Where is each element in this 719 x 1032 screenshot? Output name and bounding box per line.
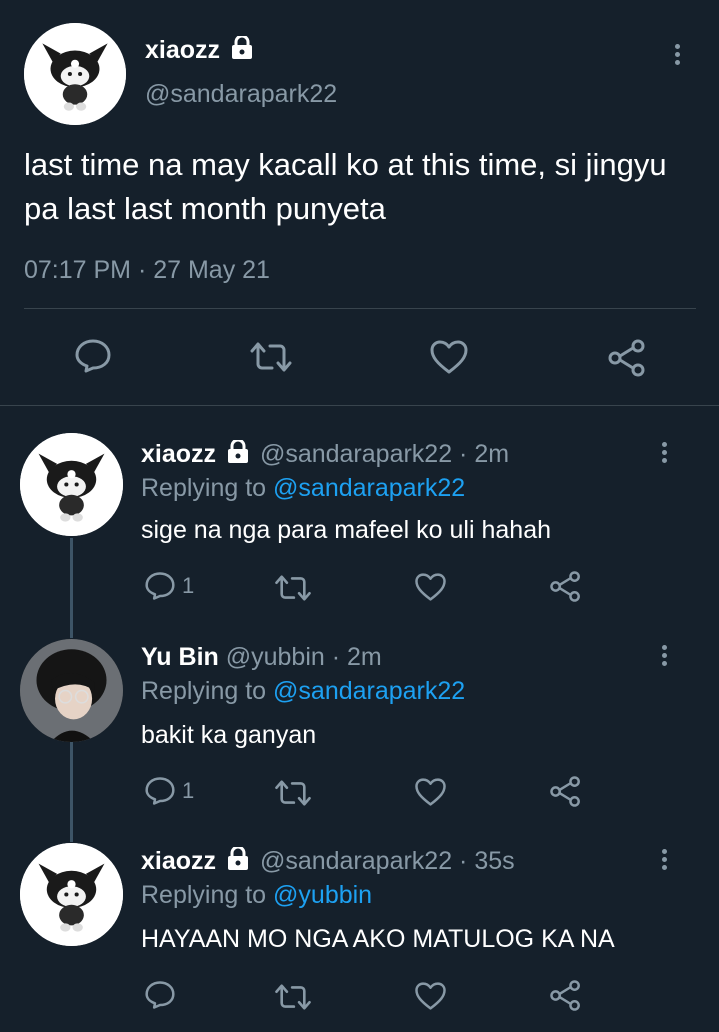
main-avatar[interactable]	[24, 23, 126, 125]
reply2-retweet-button[interactable]	[273, 778, 313, 808]
main-like-button[interactable]	[429, 339, 469, 375]
reply3-more-icon[interactable]	[662, 849, 672, 873]
thread-line-2	[70, 742, 73, 842]
share-icon	[608, 339, 645, 377]
reply3-reply-button[interactable]	[144, 980, 176, 1010]
main-display-name[interactable]: xiaozz	[145, 36, 253, 65]
reply1-replying: Replying to @sandarapark22	[141, 474, 465, 503]
reply2-text: bakit ka ganyan	[141, 721, 317, 749]
main-reply-button[interactable]	[74, 338, 112, 374]
reply1-more-icon[interactable]	[662, 442, 672, 466]
reply1-handle-time[interactable]: @sandarapark22 · 2m	[260, 440, 509, 468]
reply2-replying-to[interactable]: @sandarapark22	[273, 677, 465, 705]
kuromi-avatar-image	[24, 23, 126, 125]
like-icon	[415, 982, 446, 1010]
reply1-text: sige na nga para mafeel ko uli hahah	[141, 516, 552, 544]
reply-icon	[145, 777, 175, 805]
reply1-share-button[interactable]	[549, 570, 582, 603]
reply2-display-name[interactable]: Yu Bin	[141, 643, 219, 671]
reply2-replying-label: Replying to	[141, 677, 267, 705]
main-display-name-text: xiaozz	[145, 36, 221, 64]
reply3-replying-to[interactable]: @yubbin	[273, 881, 372, 909]
like-icon	[415, 573, 446, 601]
reply1-header: xiaozz @sandarapark22 · 2m	[141, 440, 509, 469]
reply-icon	[145, 572, 175, 600]
like-icon	[430, 340, 468, 374]
reply3-share-button[interactable]	[549, 979, 582, 1012]
main-retweet-button[interactable]	[248, 340, 294, 374]
main-divider	[24, 308, 696, 309]
share-icon	[550, 776, 580, 807]
reply3-like-button[interactable]	[414, 981, 447, 1011]
retweet-icon	[275, 575, 311, 601]
reply3-header: xiaozz @sandarapark22 · 35s	[141, 847, 515, 876]
reply2-handle-time[interactable]: @yubbin · 2m	[226, 643, 382, 671]
main-bottom-divider	[0, 405, 719, 406]
reply1-display-name[interactable]: xiaozz	[141, 440, 216, 468]
reply3-text: HAYAAN MO NGA AKO MATULOG KA NA	[141, 925, 615, 953]
main-more-icon[interactable]	[675, 44, 685, 68]
main-handle[interactable]: @sandarapark22	[145, 80, 337, 109]
retweet-icon	[250, 342, 292, 372]
lock-icon	[227, 440, 248, 464]
main-share-button[interactable]	[607, 338, 647, 378]
reply-icon	[145, 981, 175, 1009]
reply3-display-name[interactable]: xiaozz	[141, 847, 216, 875]
retweet-icon	[275, 984, 311, 1010]
lock-icon	[227, 847, 248, 871]
reply2-avatar[interactable]	[20, 639, 123, 742]
reply1-like-button[interactable]	[414, 572, 447, 602]
reply2-like-button[interactable]	[414, 777, 447, 807]
reply2-share-button[interactable]	[549, 775, 582, 808]
reply-icon	[75, 339, 111, 373]
kuromi-avatar-image	[20, 843, 123, 946]
thread-line-1	[70, 538, 73, 638]
person-avatar-image	[20, 639, 123, 742]
share-icon	[550, 980, 580, 1011]
main-tweet-text: last time na may kacall ko at this time,…	[24, 147, 667, 226]
reply3-replying-label: Replying to	[141, 881, 267, 909]
retweet-icon	[275, 780, 311, 806]
reply2-reply-count: 1	[182, 778, 195, 803]
main-timestamp[interactable]: 07:17 PM · 27 May 21	[24, 256, 270, 285]
share-icon	[550, 571, 580, 602]
kuromi-avatar-image	[20, 433, 123, 536]
reply3-avatar[interactable]	[20, 843, 123, 946]
reply2-replying: Replying to @sandarapark22	[141, 677, 465, 706]
reply1-reply-count: 1	[182, 573, 195, 598]
reply2-header: Yu Bin @yubbin · 2m	[141, 643, 382, 672]
reply2-reply-button[interactable]: 1	[144, 776, 194, 806]
reply1-retweet-button[interactable]	[273, 573, 313, 603]
reply3-replying: Replying to @yubbin	[141, 881, 372, 910]
lock-icon	[231, 36, 252, 60]
reply1-replying-label: Replying to	[141, 474, 267, 502]
reply3-handle-time[interactable]: @sandarapark22 · 35s	[260, 847, 515, 875]
reply3-retweet-button[interactable]	[273, 982, 313, 1012]
reply1-replying-to[interactable]: @sandarapark22	[273, 474, 465, 502]
reply1-avatar[interactable]	[20, 433, 123, 536]
reply1-reply-button[interactable]: 1	[144, 571, 194, 601]
reply2-more-icon[interactable]	[662, 645, 672, 669]
like-icon	[415, 778, 446, 806]
